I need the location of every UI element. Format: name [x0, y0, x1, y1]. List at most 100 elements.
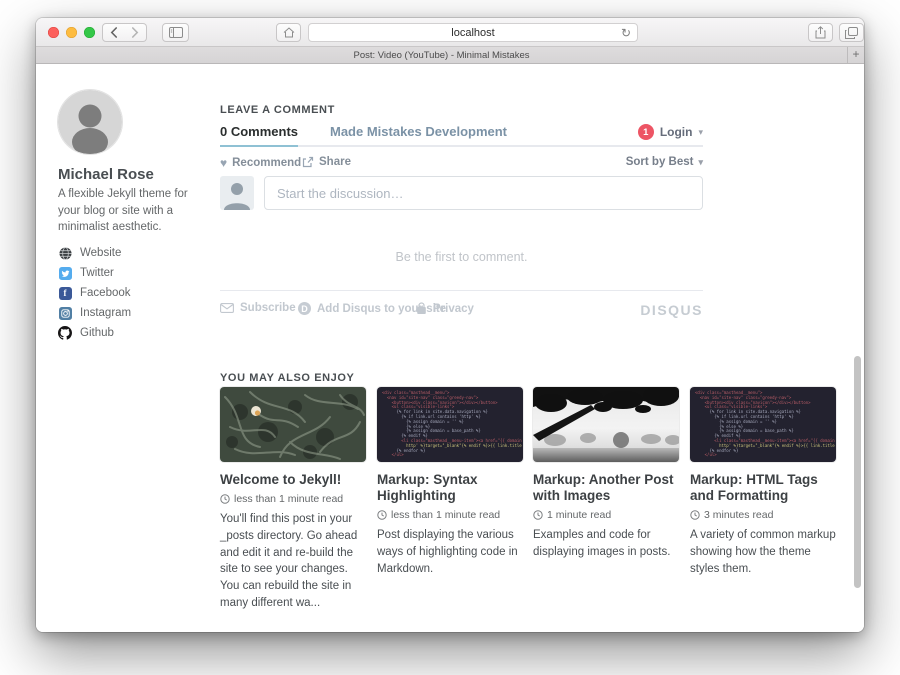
- leave-a-comment-heading: LEAVE A COMMENT: [220, 104, 335, 116]
- heart-icon: ♥: [220, 156, 227, 170]
- post-thumbnail-green-macro[interactable]: [220, 387, 366, 462]
- post-thumbnail-code-screenshot[interactable]: <div class="masthead__menu"> <nav id="si…: [690, 387, 836, 462]
- new-tab-button[interactable]: +: [847, 47, 864, 63]
- recommend-label: Recommend: [232, 157, 301, 169]
- chevron-left-icon: [110, 27, 118, 38]
- envelope-icon: [220, 303, 234, 313]
- recommend-button[interactable]: ♥ Recommend: [220, 156, 301, 170]
- chevron-down-icon: ▾: [698, 127, 703, 138]
- lock-icon: [416, 302, 427, 315]
- notification-badge: 1: [638, 124, 654, 140]
- safari-window: localhost ↻ Post: Video (YouTube) - Mini…: [36, 18, 864, 632]
- code-editor-image: <div class="masthead__menu"> <nav id="si…: [377, 387, 523, 462]
- home-button[interactable]: [276, 23, 301, 42]
- disqus-logo[interactable]: DISQUS: [640, 302, 703, 318]
- comment-input[interactable]: [264, 176, 703, 210]
- share-icon: [815, 26, 826, 39]
- divider: [220, 290, 703, 291]
- related-post-card: Markup: Another Post with Images 1 minut…: [533, 387, 679, 561]
- tab-bar: Post: Video (YouTube) - Minimal Mistakes…: [36, 47, 864, 64]
- browser-toolbar: localhost ↻: [36, 18, 864, 47]
- sort-label: Sort by Best: [626, 156, 694, 168]
- sidebar-link-github[interactable]: Github: [58, 326, 114, 340]
- post-read-time: less than 1 minute read: [377, 509, 523, 521]
- clock-icon: [377, 510, 387, 520]
- forward-button[interactable]: [124, 23, 147, 42]
- disqus-footer: Subscribe D Add Disqus to your site Priv…: [220, 302, 703, 320]
- home-icon: [283, 27, 295, 38]
- related-post-card: Welcome to Jekyll! less than 1 minute re…: [220, 387, 366, 611]
- login-menu[interactable]: 1 Login ▾: [638, 124, 703, 140]
- related-post-card: <div class="masthead__menu"> <nav id="si…: [690, 387, 836, 577]
- sort-by-best-dropdown[interactable]: Sort by Best ▾: [626, 156, 703, 168]
- sidebar-toggle-button[interactable]: [162, 23, 189, 42]
- author-bio: A flexible Jekyll theme for your blog or…: [58, 186, 192, 236]
- clock-icon: [690, 510, 700, 520]
- post-title[interactable]: Markup: HTML Tags and Formatting: [690, 472, 836, 504]
- clock-icon: [533, 510, 543, 520]
- sidebar-link-instagram[interactable]: Instagram: [58, 306, 131, 320]
- post-title[interactable]: Welcome to Jekyll!: [220, 472, 366, 488]
- tab-title: Post: Video (YouTube) - Minimal Mistakes: [353, 50, 529, 61]
- empty-state-message: Be the first to comment.: [220, 250, 703, 264]
- post-thumbnail-code-screenshot[interactable]: <div class="masthead__menu"> <nav id="si…: [377, 387, 523, 462]
- sidebar-link-label: Website: [80, 247, 121, 259]
- sidebar-link-label: Github: [80, 327, 114, 339]
- tabs-overview-icon: [845, 27, 858, 39]
- page-content: Michael Rose A flexible Jekyll theme for…: [36, 64, 864, 632]
- sidebar-link-facebook[interactable]: f Facebook: [58, 286, 131, 300]
- post-read-time: 3 minutes read: [690, 509, 836, 521]
- share-thread-button[interactable]: Share: [302, 156, 351, 168]
- post-thumbnail-foggy-trees[interactable]: [533, 387, 679, 462]
- facebook-icon: f: [58, 286, 72, 300]
- chevron-right-icon: [131, 27, 139, 38]
- active-tab[interactable]: Post: Video (YouTube) - Minimal Mistakes: [36, 47, 847, 63]
- post-excerpt: Examples and code for displaying images …: [533, 527, 679, 560]
- sidebar-link-label: Instagram: [80, 307, 131, 319]
- github-icon: [58, 326, 72, 340]
- author-name: Michael Rose: [58, 166, 154, 183]
- author-avatar: [58, 90, 122, 154]
- privacy-label: Privacy: [433, 303, 474, 315]
- minimize-window-button[interactable]: [66, 27, 77, 38]
- read-time-label: 3 minutes read: [704, 509, 773, 521]
- sidebar-link-twitter[interactable]: Twitter: [58, 266, 114, 280]
- post-excerpt: You'll find this post in your _posts dir…: [220, 511, 366, 611]
- comments-count-tab[interactable]: 0 Comments: [220, 124, 298, 147]
- url-text: localhost: [309, 27, 637, 39]
- code-editor-image: <div class="masthead__menu"> <nav id="si…: [690, 387, 836, 462]
- chevron-down-icon: ▾: [698, 157, 703, 168]
- post-title[interactable]: Markup: Another Post with Images: [533, 472, 679, 504]
- address-bar[interactable]: localhost ↻: [308, 23, 638, 42]
- page-scrollbar-thumb[interactable]: [854, 356, 861, 588]
- disqus-d-icon: D: [298, 302, 311, 315]
- subscribe-label: Subscribe: [240, 302, 296, 314]
- post-read-time: less than 1 minute read: [220, 493, 366, 505]
- share-button[interactable]: [808, 23, 833, 42]
- you-may-also-enjoy-heading: YOU MAY ALSO ENJOY: [220, 372, 354, 384]
- back-button[interactable]: [102, 23, 125, 42]
- share-box-icon: [302, 156, 314, 168]
- window-controls: [48, 27, 95, 38]
- clock-icon: [220, 494, 230, 504]
- sidebar-link-label: Facebook: [80, 287, 131, 299]
- privacy-link[interactable]: Privacy: [416, 302, 474, 315]
- post-title[interactable]: Markup: Syntax Highlighting: [377, 472, 523, 504]
- sidebar-link-website[interactable]: Website: [58, 246, 121, 260]
- guest-avatar: [220, 176, 254, 210]
- subscribe-link[interactable]: Subscribe: [220, 302, 296, 314]
- disqus-tab-bar: 0 Comments Made Mistakes Development 1 L…: [220, 124, 703, 147]
- globe-icon: [58, 246, 72, 260]
- refresh-icon[interactable]: ↻: [621, 25, 631, 42]
- show-all-tabs-button[interactable]: [839, 23, 864, 42]
- twitter-icon: [58, 266, 72, 280]
- desktop-background: localhost ↻ Post: Video (YouTube) - Mini…: [0, 0, 900, 675]
- related-post-card: <div class="masthead__menu"> <nav id="si…: [377, 387, 523, 577]
- post-excerpt: A variety of common markup showing how t…: [690, 527, 836, 577]
- close-window-button[interactable]: [48, 27, 59, 38]
- share-label: Share: [319, 156, 351, 168]
- read-time-label: less than 1 minute read: [234, 493, 343, 505]
- zoom-window-button[interactable]: [84, 27, 95, 38]
- post-read-time: 1 minute read: [533, 509, 679, 521]
- community-tab[interactable]: Made Mistakes Development: [330, 124, 507, 139]
